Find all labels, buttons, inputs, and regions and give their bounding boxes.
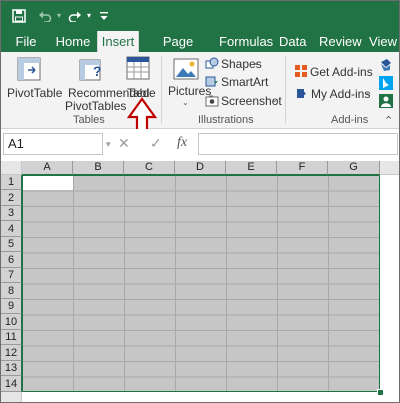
- my-addins-button[interactable]: My Add-ins: [311, 87, 370, 101]
- row-header[interactable]: 7: [1, 268, 22, 283]
- table-icon[interactable]: [125, 55, 151, 83]
- name-box-dropdown-icon[interactable]: ▾: [106, 139, 111, 150]
- my-addins-dropdown-icon[interactable]: ⌄: [365, 88, 372, 97]
- tab-insert[interactable]: Insert: [97, 31, 139, 53]
- pictures-icon[interactable]: [171, 56, 201, 84]
- undo-icon[interactable]: [37, 7, 53, 25]
- smartart-icon: [205, 75, 219, 88]
- row-header[interactable]: 13: [1, 361, 22, 376]
- tab-home[interactable]: Home: [55, 31, 91, 52]
- column-header[interactable]: B: [73, 161, 124, 175]
- row-header[interactable]: 9: [1, 299, 22, 314]
- tab-page-layout[interactable]: Page Layout: [146, 31, 210, 70]
- column-header[interactable]: C: [124, 161, 175, 175]
- tab-formulas[interactable]: Formulas: [219, 31, 273, 52]
- tab-data[interactable]: Data: [279, 31, 306, 52]
- save-icon[interactable]: [9, 7, 29, 25]
- column-header[interactable]: E: [226, 161, 277, 175]
- insert-function-icon[interactable]: fx: [177, 135, 187, 151]
- addins-group-label: Add-ins: [331, 114, 369, 126]
- row-header[interactable]: 14: [1, 376, 22, 392]
- bing-maps-icon[interactable]: [379, 76, 393, 90]
- selected-range[interactable]: [22, 175, 380, 392]
- visio-icon[interactable]: [379, 58, 393, 72]
- recommended-pivottables-label-line2: PivotTables: [65, 99, 127, 113]
- recommended-pivottables-icon[interactable]: ?: [77, 56, 107, 84]
- formula-bar: A1 ▾ ✕ ✓ fx: [1, 129, 399, 159]
- tab-review[interactable]: Review: [319, 31, 362, 52]
- column-header[interactable]: A: [22, 161, 73, 175]
- enter-icon[interactable]: ✓: [150, 135, 162, 152]
- active-cell[interactable]: [23, 176, 73, 190]
- screenshot-icon: [205, 94, 219, 107]
- excel-window: ▾ ▾ File Home Insert Page Layout Formula…: [0, 0, 400, 403]
- worksheet-grid: A B C D E F G 1 2 3 4 5 6 7 8 9 10 11 12…: [1, 161, 399, 402]
- row-header[interactable]: 3: [1, 206, 22, 221]
- shapes-dropdown-icon[interactable]: ⌄: [253, 58, 260, 67]
- row-header[interactable]: 10: [1, 314, 22, 330]
- ribbon: PivotTable ? Recommended PivotTables Tab…: [1, 52, 399, 129]
- column-header[interactable]: G: [328, 161, 380, 175]
- redo-icon[interactable]: [67, 7, 83, 25]
- customize-toolbar-icon[interactable]: [98, 7, 110, 25]
- row-header[interactable]: 4: [1, 221, 22, 237]
- row-header[interactable]: 2: [1, 190, 22, 206]
- row-header-blank: [1, 392, 22, 402]
- pivottable-button[interactable]: PivotTable: [7, 86, 62, 100]
- svg-text:?: ?: [93, 63, 102, 79]
- redo-dropdown-icon[interactable]: ▾: [84, 7, 94, 25]
- my-addins-icon: [295, 86, 309, 100]
- column-header-blank: [380, 161, 399, 175]
- screenshot-dropdown-icon[interactable]: ⌄: [271, 95, 278, 104]
- pictures-dropdown-icon[interactable]: ⌄: [182, 98, 189, 107]
- row-header[interactable]: 12: [1, 345, 22, 361]
- row-header[interactable]: 5: [1, 237, 22, 252]
- smartart-button[interactable]: SmartArt: [221, 75, 268, 89]
- row-header[interactable]: 8: [1, 283, 22, 299]
- tables-group-label: Tables: [73, 114, 105, 126]
- collapse-ribbon-icon[interactable]: ⌃: [384, 114, 393, 127]
- column-header[interactable]: F: [277, 161, 328, 175]
- tab-view[interactable]: View: [369, 31, 397, 52]
- undo-dropdown-icon[interactable]: ▾: [54, 7, 64, 25]
- fill-handle[interactable]: [377, 389, 384, 396]
- cancel-icon[interactable]: ✕: [118, 135, 130, 152]
- name-box[interactable]: A1: [3, 133, 103, 155]
- column-header[interactable]: D: [175, 161, 226, 175]
- group-separator: [161, 56, 162, 124]
- shapes-icon: [205, 57, 219, 70]
- formula-input[interactable]: [198, 133, 398, 155]
- pivottable-icon[interactable]: [15, 56, 45, 84]
- group-separator: [285, 56, 286, 124]
- row-header[interactable]: 11: [1, 330, 22, 345]
- people-graph-icon[interactable]: [379, 94, 393, 108]
- row-header[interactable]: 1: [1, 175, 22, 190]
- get-addins-button[interactable]: Get Add-ins: [310, 65, 373, 79]
- tab-file[interactable]: File: [11, 31, 41, 52]
- row-header[interactable]: 6: [1, 252, 22, 268]
- illustrations-group-label: Illustrations: [198, 114, 254, 126]
- title-bar: ▾ ▾: [1, 1, 399, 31]
- select-all-corner[interactable]: [1, 161, 22, 175]
- ribbon-tabs: File Home Insert Page Layout Formulas Da…: [1, 31, 399, 70]
- store-icon: [294, 64, 308, 78]
